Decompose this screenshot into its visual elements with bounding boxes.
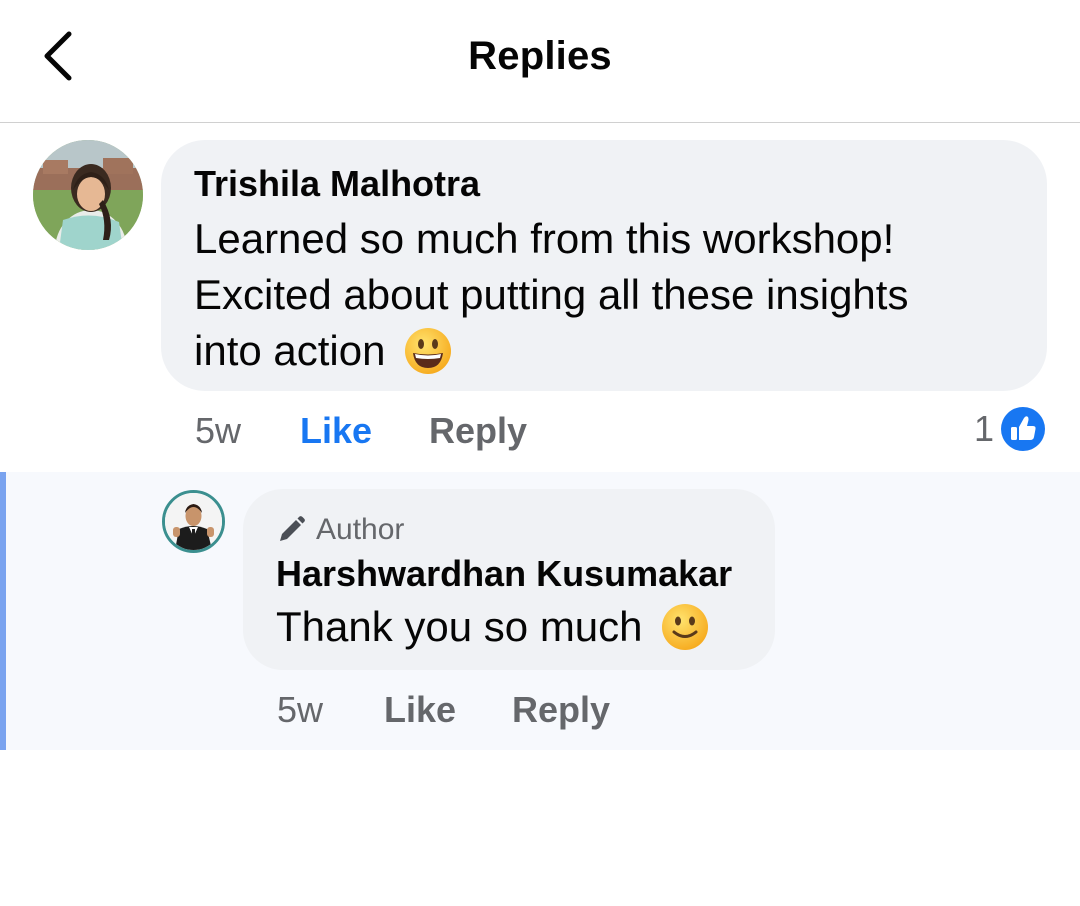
reply-avatar[interactable] <box>162 490 225 553</box>
top-bar: Replies <box>0 0 1080 123</box>
reply-actions: 5w Like Reply <box>0 689 1080 733</box>
comment-bubble[interactable]: Trishila Malhotra Learned so much from t… <box>161 140 1047 391</box>
reaction-summary[interactable]: 1 <box>974 406 1046 452</box>
reaction-count: 1 <box>973 408 994 449</box>
comment-line-3: into action <box>194 327 386 374</box>
slightly-smiling-face-emoji <box>660 603 710 652</box>
comment-actions: 5w Like Reply <box>0 410 1080 454</box>
comment-like-button[interactable]: Like <box>300 410 372 452</box>
comment-author[interactable]: Trishila Malhotra <box>194 163 480 205</box>
comment-line-1: Learned so much from this workshop! <box>194 215 895 262</box>
avatar[interactable] <box>33 140 143 250</box>
author-badge: Author <box>276 513 404 547</box>
reply-author[interactable]: Harshwardhan Kusumakar <box>276 553 732 595</box>
author-badge-label: Author <box>316 513 405 546</box>
reply-timestamp: 5w <box>277 689 324 730</box>
reply-text: Thank you so much <box>276 603 643 650</box>
reply-like-button[interactable]: Like <box>384 689 456 731</box>
comment-reply-button[interactable]: Reply <box>429 410 527 452</box>
comment-timestamp: 5w <box>195 410 242 451</box>
reply-bubble[interactable]: Author Harshwardhan Kusumakar Thank you … <box>243 489 775 670</box>
page-title: Replies <box>468 34 612 78</box>
thumbs-up-icon <box>1001 407 1045 451</box>
pencil-icon <box>280 516 305 541</box>
grinning-face-emoji <box>403 327 453 376</box>
reply-reply-button[interactable]: Reply <box>512 689 610 731</box>
comment-line-2: Excited about putting all these insights <box>194 271 909 318</box>
